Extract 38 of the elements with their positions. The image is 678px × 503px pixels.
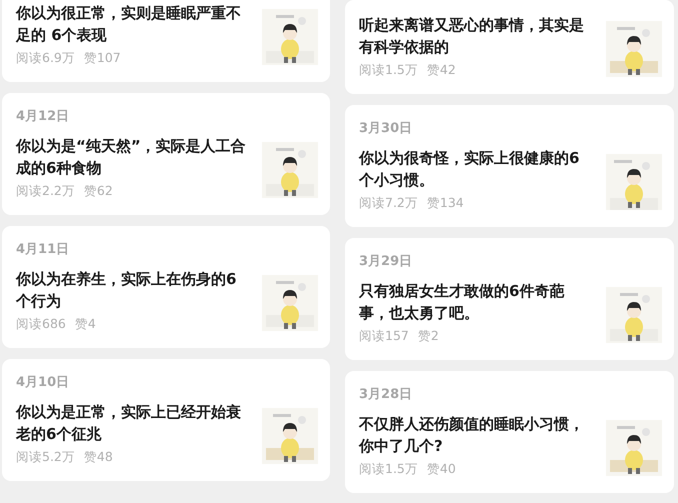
read-count: 阅读1.5万 xyxy=(359,61,418,79)
read-count: 阅读5.2万 xyxy=(16,448,75,466)
read-count: 阅读6.9万 xyxy=(16,49,75,67)
like-count: 赞62 xyxy=(84,182,113,200)
article-title: 你以为是“纯天然”，实际是人工合成的6种食物 xyxy=(16,136,247,179)
article-card[interactable]: 3月29日 只有独居女生才敢做的6件奇葩事，也太勇了吧。 阅读157 赞2 xyxy=(345,238,674,360)
like-count: 赞4 xyxy=(74,315,96,333)
article-title: 你以为是正常，实际上已经开始衰老的6个征兆 xyxy=(16,402,242,445)
article-card[interactable]: 4月11日 你以为在养生，实际上在伤身的6个行为 阅读686 赞4 xyxy=(2,226,330,348)
article-title: 你以为很正常，实则是睡眠严重不足的 6个表现 xyxy=(16,3,242,46)
read-count: 阅读686 xyxy=(16,315,66,333)
like-count: 赞107 xyxy=(84,49,121,67)
article-title: 你以为在养生，实际上在伤身的6个行为 xyxy=(16,269,238,312)
article-title: 听起来离谱又恶心的事情，其实是有科学依据的 xyxy=(359,15,585,58)
post-date: 3月30日 xyxy=(359,120,414,138)
post-date: 4月12日 xyxy=(16,108,70,126)
read-count: 阅读7.2万 xyxy=(359,194,418,212)
article-card[interactable]: 你以为很正常，实则是睡眠严重不足的 6个表现 阅读6.9万 赞107 xyxy=(2,0,330,82)
article-title: 不仅胖人还伤颜值的睡眠小习惯，你中了几个? xyxy=(359,414,585,457)
article-title: 你以为很奇怪，实际上很健康的6个小习惯。 xyxy=(359,148,580,191)
like-count: 赞40 xyxy=(426,460,456,478)
read-count: 阅读157 xyxy=(359,327,409,345)
read-count: 阅读1.5万 xyxy=(359,460,418,478)
like-count: 赞2 xyxy=(418,327,439,345)
post-date: 4月11日 xyxy=(16,241,70,259)
post-date: 3月28日 xyxy=(359,386,414,404)
post-date: 3月29日 xyxy=(359,253,414,271)
like-count: 赞134 xyxy=(426,194,464,212)
like-count: 赞42 xyxy=(426,61,456,79)
like-count: 赞48 xyxy=(84,448,113,466)
article-card[interactable]: 4月12日 你以为是“纯天然”，实际是人工合成的6种食物 阅读2.2万 赞62 xyxy=(2,93,330,215)
article-title: 只有独居女生才敢做的6件奇葩事，也太勇了吧。 xyxy=(359,281,566,324)
article-card[interactable]: 3月28日 不仅胖人还伤颜值的睡眠小习惯，你中了几个? 阅读1.5万 赞40 xyxy=(345,371,674,493)
article-card[interactable]: 听起来离谱又恶心的事情，其实是有科学依据的 阅读1.5万 赞42 xyxy=(345,0,674,94)
article-card[interactable]: 4月10日 你以为是正常，实际上已经开始衰老的6个征兆 阅读5.2万 赞48 xyxy=(2,359,330,481)
article-card[interactable]: 3月30日 你以为很奇怪，实际上很健康的6个小习惯。 阅读7.2万 赞134 xyxy=(345,105,674,227)
post-date: 4月10日 xyxy=(16,374,70,392)
read-count: 阅读2.2万 xyxy=(16,182,75,200)
